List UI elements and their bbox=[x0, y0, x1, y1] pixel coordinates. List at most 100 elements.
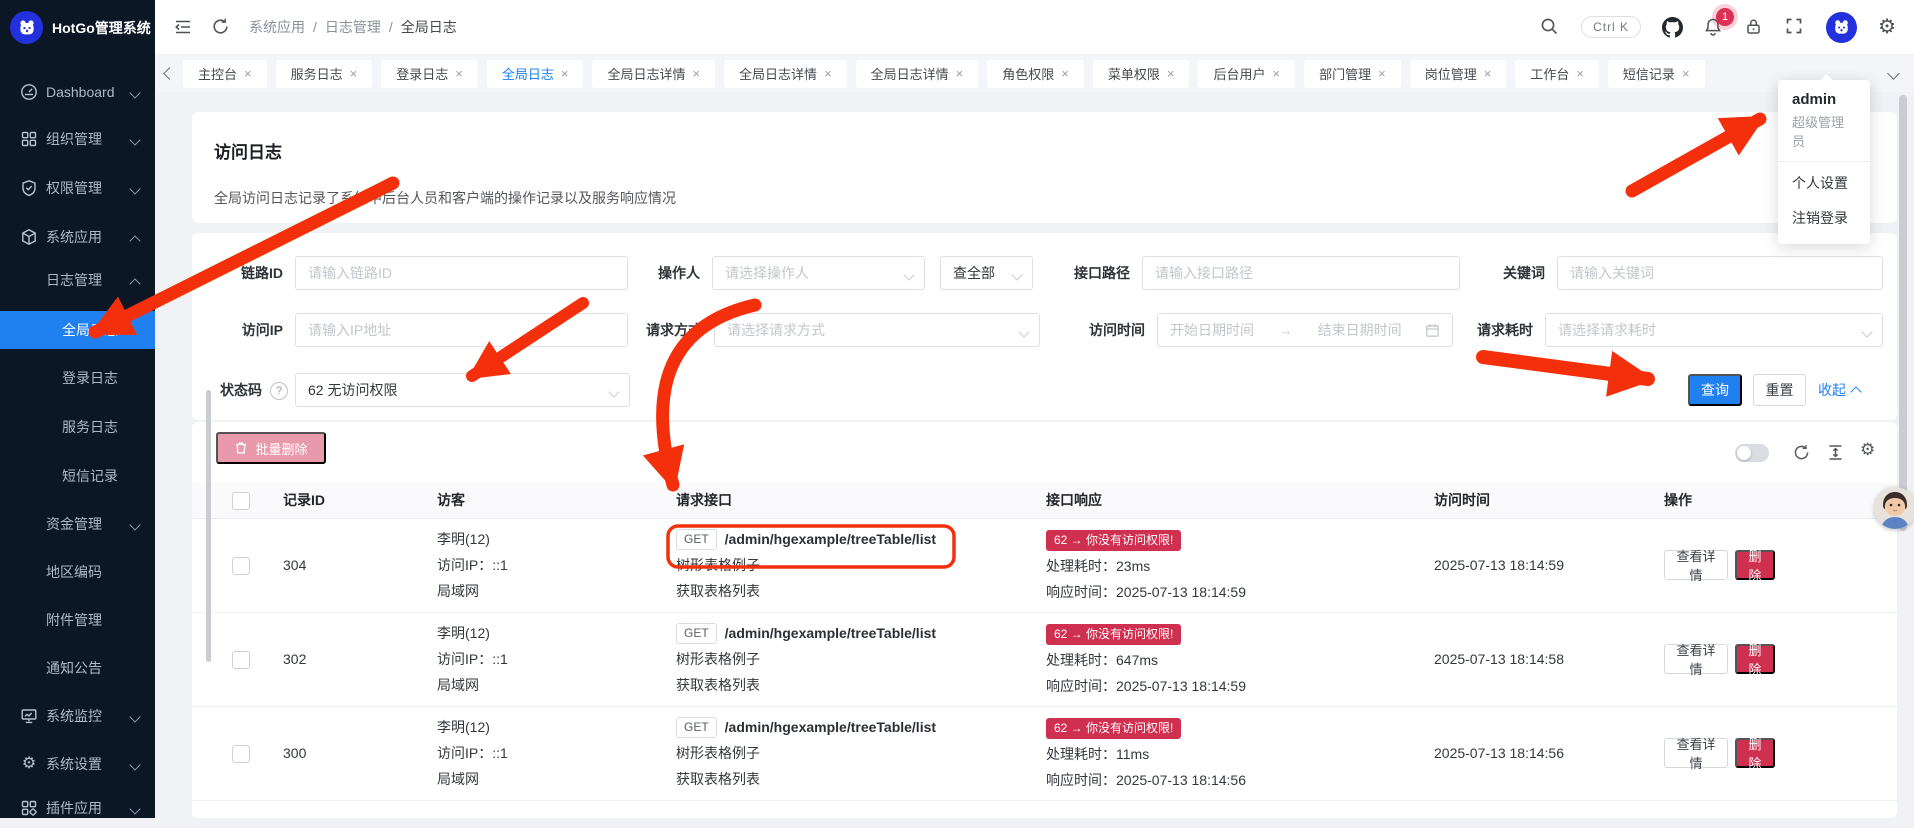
close-icon[interactable]: × bbox=[561, 66, 569, 81]
left-scrollbar-thumb[interactable] bbox=[206, 390, 211, 662]
sidebar-item-attachments[interactable]: 附件管理 bbox=[0, 600, 155, 640]
close-icon[interactable]: × bbox=[956, 66, 964, 81]
query-button[interactable]: 查询 bbox=[1688, 374, 1742, 406]
tab-global-log-detail-1[interactable]: 全局日志详情× bbox=[592, 60, 715, 88]
sidebar-item-dashboard[interactable]: Dashboard bbox=[0, 72, 155, 112]
tab-global-log[interactable]: 全局日志× bbox=[487, 60, 584, 88]
api-path-input[interactable]: 请输入接口路径 bbox=[1142, 256, 1460, 290]
sidebar-item-notices[interactable]: 通知公告 bbox=[0, 648, 155, 688]
help-icon[interactable]: ? bbox=[270, 382, 288, 400]
visit-time: 2025-07-13 18:14:56 bbox=[1434, 740, 1564, 766]
close-icon[interactable]: × bbox=[1682, 66, 1690, 81]
sidebar-item-system-settings[interactable]: ⚙ 系统设置 bbox=[0, 744, 155, 784]
tab-console[interactable]: 主控台× bbox=[183, 60, 267, 88]
shortcut-hint[interactable]: Ctrl K bbox=[1581, 16, 1641, 38]
assistant-avatar[interactable] bbox=[1874, 487, 1914, 529]
right-scrollbar-thumb[interactable] bbox=[1899, 95, 1907, 531]
tab-menu-permissions[interactable]: 菜单权限× bbox=[1093, 60, 1190, 88]
response-cell: 62 → 你没有访问权限! 处理耗时：11ms响应时间：2025-07-13 1… bbox=[1046, 714, 1246, 793]
menu-collapse-icon[interactable] bbox=[173, 17, 193, 37]
menu-item-profile-settings[interactable]: 个人设置 bbox=[1778, 166, 1870, 201]
tab-role-permissions[interactable]: 角色权限× bbox=[987, 60, 1084, 88]
sidebar-item-fund-management[interactable]: 资金管理 bbox=[0, 504, 155, 544]
settings-gear-icon[interactable]: ⚙ bbox=[1878, 17, 1896, 37]
delete-button[interactable]: 删除 bbox=[1735, 644, 1775, 674]
tabs-dropdown-icon[interactable] bbox=[1887, 67, 1900, 80]
close-icon[interactable]: × bbox=[692, 66, 700, 81]
close-icon[interactable]: × bbox=[1273, 66, 1281, 81]
tabs-scroll-left-icon[interactable] bbox=[163, 67, 176, 80]
collapse-link[interactable]: 收起 bbox=[1818, 374, 1860, 406]
close-icon[interactable]: × bbox=[1378, 66, 1386, 81]
trace-id-input[interactable]: 请输入链路ID bbox=[295, 256, 628, 290]
method-select[interactable]: 请选择请求方式 bbox=[714, 313, 1040, 347]
sidebar-item-login-log[interactable]: 登录日志 bbox=[0, 358, 155, 398]
close-icon[interactable]: × bbox=[1167, 66, 1175, 81]
sidebar-item-plugins[interactable]: 插件应用 bbox=[0, 788, 155, 828]
view-detail-button[interactable]: 查看详情 bbox=[1664, 738, 1728, 768]
tab-global-log-detail-2[interactable]: 全局日志详情× bbox=[724, 60, 847, 88]
operator-select[interactable]: 请选择操作人 bbox=[712, 256, 925, 290]
row-checkbox[interactable] bbox=[232, 651, 250, 669]
view-detail-button[interactable]: 查看详情 bbox=[1664, 550, 1728, 580]
github-icon[interactable] bbox=[1662, 17, 1682, 37]
chevron-up-icon bbox=[129, 235, 140, 246]
sidebar-item-service-log[interactable]: 服务日志 bbox=[0, 407, 155, 447]
fullscreen-icon[interactable] bbox=[1785, 17, 1805, 37]
status-code-select[interactable]: 62 无访问权限 bbox=[295, 373, 630, 407]
tab-workbench[interactable]: 工作台× bbox=[1515, 60, 1599, 88]
reset-button[interactable]: 重置 bbox=[1753, 374, 1806, 406]
search-icon[interactable] bbox=[1540, 17, 1560, 37]
menu-item-logout[interactable]: 注销登录 bbox=[1778, 201, 1870, 236]
refresh-icon[interactable] bbox=[1792, 443, 1811, 462]
lock-icon[interactable] bbox=[1744, 17, 1764, 37]
duration-select[interactable]: 请选择请求耗时 bbox=[1545, 313, 1883, 347]
sidebar-item-organization[interactable]: 组织管理 bbox=[0, 119, 155, 159]
delete-button[interactable]: 删除 bbox=[1735, 550, 1775, 580]
tab-sms-records[interactable]: 短信记录× bbox=[1608, 60, 1705, 88]
method-label: 请求方式 bbox=[612, 313, 702, 347]
tab-service-log[interactable]: 服务日志× bbox=[276, 60, 373, 88]
close-icon[interactable]: × bbox=[1061, 66, 1069, 81]
close-icon[interactable]: × bbox=[824, 66, 832, 81]
tab-global-log-detail-3[interactable]: 全局日志详情× bbox=[856, 60, 979, 88]
sidebar-item-region-code[interactable]: 地区编码 bbox=[0, 552, 155, 592]
breadcrumb-item[interactable]: 系统应用 bbox=[249, 17, 305, 37]
visit-time-range-picker[interactable]: 开始日期时间 → 结束日期时间 bbox=[1157, 313, 1453, 347]
close-icon[interactable]: × bbox=[455, 66, 463, 81]
table-settings-gear-icon[interactable]: ⚙ bbox=[1860, 440, 1879, 459]
user-avatar[interactable] bbox=[1826, 12, 1857, 43]
close-icon[interactable]: × bbox=[244, 66, 252, 81]
tab-admin-users[interactable]: 后台用户× bbox=[1198, 60, 1295, 88]
tab-department-management[interactable]: 部门管理× bbox=[1304, 60, 1401, 88]
sidebar-item-sms-records[interactable]: 短信记录 bbox=[0, 456, 155, 496]
row-checkbox[interactable] bbox=[232, 557, 250, 575]
sidebar-item-log-management[interactable]: 日志管理 bbox=[0, 260, 155, 300]
tab-post-management[interactable]: 岗位管理× bbox=[1410, 60, 1507, 88]
filter-card: 链路ID 请输入链路ID 操作人 请选择操作人 查全部 接口路径 请输入接口路径… bbox=[192, 233, 1897, 420]
method-badge: GET bbox=[676, 717, 717, 738]
user-name: admin bbox=[1778, 91, 1870, 108]
striped-toggle[interactable] bbox=[1735, 444, 1769, 462]
sidebar-item-system-monitor[interactable]: 系统监控 bbox=[0, 696, 155, 736]
breadcrumb-item[interactable]: 日志管理 bbox=[325, 17, 381, 37]
app-logo[interactable]: HotGo管理系统 bbox=[0, 0, 155, 55]
keyword-input[interactable]: 请输入关键词 bbox=[1557, 256, 1883, 290]
notifications-button[interactable]: 1 bbox=[1703, 17, 1723, 37]
density-icon[interactable] bbox=[1826, 443, 1845, 462]
tab-login-log[interactable]: 登录日志× bbox=[381, 60, 478, 88]
reload-icon[interactable] bbox=[211, 17, 231, 37]
view-detail-button[interactable]: 查看详情 bbox=[1664, 644, 1728, 674]
row-checkbox[interactable] bbox=[232, 745, 250, 763]
sidebar-item-permissions[interactable]: 权限管理 bbox=[0, 168, 155, 208]
close-icon[interactable]: × bbox=[350, 66, 358, 81]
batch-delete-button[interactable]: 批量删除 bbox=[216, 432, 326, 464]
sidebar-item-system-apps[interactable]: 系统应用 bbox=[0, 217, 155, 257]
operator-scope-select[interactable]: 查全部 bbox=[940, 256, 1033, 290]
select-all-checkbox[interactable] bbox=[232, 492, 250, 510]
delete-button[interactable]: 删除 bbox=[1735, 738, 1775, 768]
sidebar-item-global-log[interactable]: 全局日志 bbox=[0, 311, 155, 349]
close-icon[interactable]: × bbox=[1484, 66, 1492, 81]
visit-ip-input[interactable]: 请输入IP地址 bbox=[295, 313, 628, 347]
close-icon[interactable]: × bbox=[1576, 66, 1584, 81]
